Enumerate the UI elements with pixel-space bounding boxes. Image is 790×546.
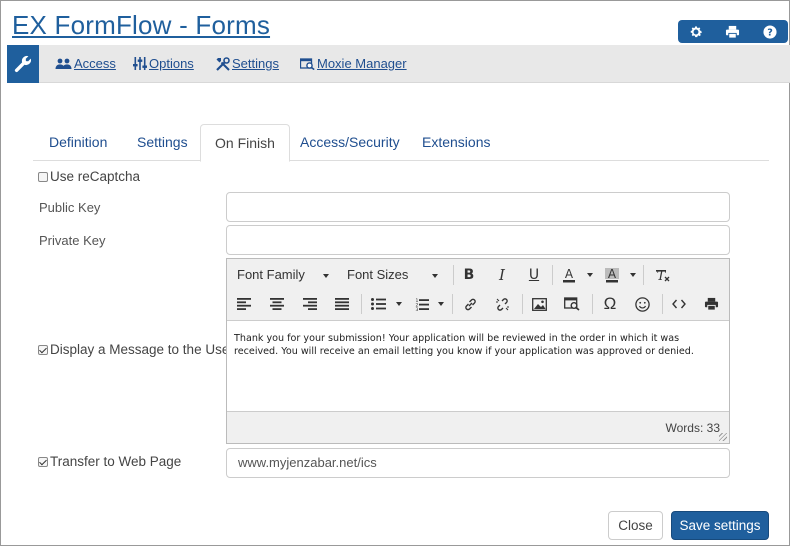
close-button[interactable]: Close xyxy=(608,511,663,540)
gear-icon[interactable] xyxy=(686,22,706,42)
editor-content[interactable]: Thank you for your submission! Your appl… xyxy=(234,332,722,358)
numbered-list-icon[interactable]: 123 xyxy=(409,293,433,315)
toolbar-divider xyxy=(643,265,644,285)
tools-icon xyxy=(216,56,230,71)
clear-formatting-icon[interactable]: T xyxy=(650,264,674,286)
background-color-icon[interactable]: A xyxy=(600,264,624,286)
tab-settings[interactable]: Settings xyxy=(123,124,202,161)
chevron-down-icon[interactable] xyxy=(438,302,444,306)
public-key-input[interactable] xyxy=(226,192,730,222)
rich-text-editor: Font Family Font Sizes B I U A A T 1 2 3… xyxy=(226,258,730,444)
sliders-icon xyxy=(133,57,147,70)
font-sizes-dropdown[interactable]: Font Sizes xyxy=(347,264,439,286)
display-message-checkbox[interactable] xyxy=(38,344,48,355)
save-settings-button[interactable]: Save settings xyxy=(671,511,769,540)
svg-text:?: ? xyxy=(767,27,773,38)
font-family-dropdown[interactable]: Font Family xyxy=(237,264,329,286)
page-title[interactable]: EX FormFlow - Forms xyxy=(12,10,270,41)
nav-options[interactable]: Options xyxy=(133,56,194,71)
public-key-label: Public Key xyxy=(39,200,101,215)
underline-icon[interactable]: U xyxy=(522,264,546,286)
transfer-option: Transfer to Web Page xyxy=(38,454,181,469)
nav-options-label: Options xyxy=(149,56,194,71)
nav-moxie-manager-label: Moxie Manager xyxy=(317,56,407,71)
tab-on-finish[interactable]: On Finish xyxy=(200,124,290,162)
header-toolbar: ? xyxy=(678,20,788,43)
font-sizes-label: Font Sizes xyxy=(347,267,409,282)
private-key-input[interactable] xyxy=(226,225,730,255)
print-icon[interactable] xyxy=(699,293,723,315)
image-icon[interactable] xyxy=(527,293,551,315)
display-message-option: Display a Message to the User xyxy=(38,342,234,357)
editor-toolbar: Font Family Font Sizes B I U A A T 1 2 3… xyxy=(227,259,729,321)
toolbar-divider xyxy=(522,294,523,314)
print-icon[interactable] xyxy=(723,22,743,42)
moxie-icon[interactable] xyxy=(560,293,584,315)
link-icon[interactable] xyxy=(458,293,482,315)
toolbar-divider xyxy=(592,294,593,314)
word-count: Words: 33 xyxy=(666,421,721,435)
wrench-icon[interactable] xyxy=(7,45,39,83)
editor-status-bar: Words: 33 xyxy=(227,411,729,443)
nav-access[interactable]: Access xyxy=(55,56,116,71)
svg-text:A: A xyxy=(608,267,617,281)
word-count-label: Words: xyxy=(665,421,704,435)
tab-bar: Definition Settings On Finish Access/Sec… xyxy=(33,124,769,162)
toolbar-divider xyxy=(452,294,453,314)
tab-access-security[interactable]: Access/Security xyxy=(286,124,414,161)
resize-handle-icon[interactable] xyxy=(719,433,727,441)
source-code-icon[interactable] xyxy=(667,293,691,315)
text-color-icon[interactable]: A xyxy=(557,264,581,286)
transfer-checkbox[interactable] xyxy=(38,456,48,467)
align-right-icon[interactable] xyxy=(298,293,322,315)
nav-bar: Access Options Settings Moxie Manager xyxy=(7,45,790,83)
nav-settings[interactable]: Settings xyxy=(216,56,279,71)
align-center-icon[interactable] xyxy=(265,293,289,315)
users-icon xyxy=(55,58,72,69)
display-message-label: Display a Message to the User xyxy=(50,342,234,357)
nav-access-label: Access xyxy=(74,56,116,71)
svg-text:3: 3 xyxy=(415,307,418,311)
nav-settings-label: Settings xyxy=(232,56,279,71)
nav-moxie-manager[interactable]: Moxie Manager xyxy=(300,56,407,71)
private-key-label: Private Key xyxy=(39,233,106,248)
chevron-down-icon[interactable] xyxy=(630,273,636,277)
align-justify-icon[interactable] xyxy=(330,293,354,315)
moxie-icon xyxy=(300,57,315,70)
toolbar-divider xyxy=(453,265,454,285)
bold-icon[interactable]: B xyxy=(457,264,481,286)
svg-text:A: A xyxy=(565,267,574,281)
help-icon[interactable]: ? xyxy=(760,22,780,42)
align-left-icon[interactable] xyxy=(232,293,256,315)
special-character-icon[interactable]: Ω xyxy=(598,293,622,315)
chevron-down-icon xyxy=(432,273,439,278)
emoticon-icon[interactable] xyxy=(630,293,654,315)
font-family-label: Font Family xyxy=(237,267,305,282)
italic-icon[interactable]: I xyxy=(490,264,514,286)
tab-definition[interactable]: Definition xyxy=(35,124,121,161)
toolbar-divider xyxy=(662,294,663,314)
recaptcha-label: Use reCaptcha xyxy=(50,169,141,184)
toolbar-divider xyxy=(552,265,553,285)
bullet-list-icon[interactable] xyxy=(366,293,390,315)
transfer-label: Transfer to Web Page xyxy=(50,454,182,469)
tab-extensions[interactable]: Extensions xyxy=(408,124,504,161)
recaptcha-checkbox[interactable] xyxy=(38,171,48,182)
chevron-down-icon[interactable] xyxy=(396,302,402,306)
toolbar-divider xyxy=(361,294,362,314)
chevron-down-icon xyxy=(322,273,329,278)
recaptcha-option: Use reCaptcha xyxy=(38,169,140,184)
word-count-value: 33 xyxy=(706,421,720,435)
unlink-icon[interactable] xyxy=(490,293,514,315)
transfer-url-input[interactable]: www.myjenzabar.net/ics xyxy=(226,448,730,478)
chevron-down-icon[interactable] xyxy=(587,273,593,277)
